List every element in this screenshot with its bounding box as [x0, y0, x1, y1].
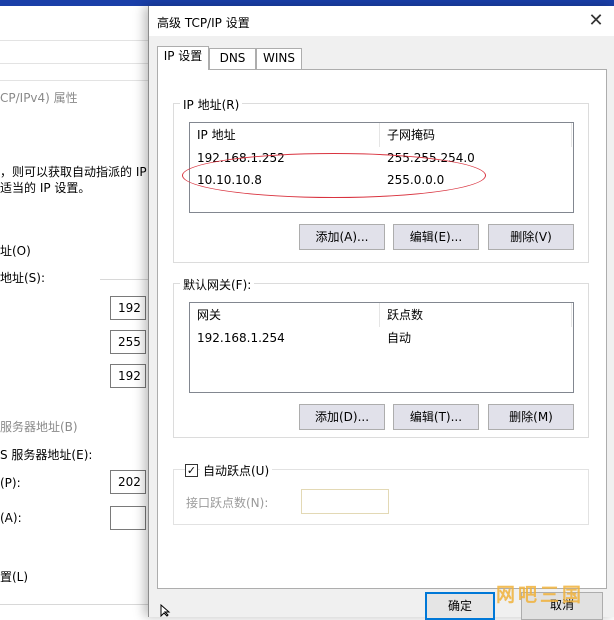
- remove-ip-button[interactable]: 删除(V): [488, 224, 574, 250]
- tab-ip-settings[interactable]: IP 设置: [157, 46, 209, 70]
- description-line-1: ，则可以获取自动指派的 IP: [0, 165, 147, 179]
- gateway-cell: 192.168.1.254: [197, 331, 285, 345]
- ok-button[interactable]: 确定: [425, 592, 495, 620]
- ip-cell: 10.10.10.8: [197, 173, 262, 187]
- default-gateway-input[interactable]: 192: [110, 364, 146, 388]
- default-gateway-group-label: 默认网关(F):: [180, 276, 255, 293]
- ip-address-group-label: IP 地址(R): [180, 96, 243, 113]
- subnet-cell: 255.0.0.0: [387, 173, 445, 187]
- column-header-ip[interactable]: IP 地址: [190, 123, 380, 147]
- table-row[interactable]: 10.10.10.8 255.0.0.0: [190, 169, 573, 191]
- remove-gateway-button[interactable]: 删除(M): [488, 404, 574, 430]
- list-header: IP 地址 子网掩码: [190, 123, 573, 147]
- ip-cell: 192.168.1.252: [197, 151, 285, 165]
- add-ip-button[interactable]: 添加(A)...: [299, 224, 385, 250]
- auto-metric-checkbox[interactable]: ✓: [185, 464, 198, 477]
- tab-dns[interactable]: DNS: [209, 48, 256, 69]
- advanced-tcpip-dialog: 高级 TCP/IP 设置 ✕ IP 设置 DNS WINS IP 地址(R) I…: [148, 6, 614, 620]
- divider: [0, 80, 148, 81]
- divider: [0, 604, 148, 605]
- divider: [100, 279, 150, 280]
- alternate-dns-input[interactable]: [110, 506, 146, 530]
- preferred-dns-label: (P):: [0, 476, 21, 490]
- divider: [0, 63, 148, 64]
- edit-gateway-button[interactable]: 编辑(T)...: [393, 404, 479, 430]
- tab-wins[interactable]: WINS: [256, 48, 302, 69]
- auto-metric-label[interactable]: 自动跃点(U): [200, 462, 273, 479]
- use-ip-radio-label[interactable]: 地址(S):: [0, 269, 45, 286]
- ip-address-input[interactable]: 192: [110, 296, 146, 320]
- alternate-dns-label: (A):: [0, 511, 22, 525]
- table-row[interactable]: 192.168.1.252 255.255.254.0: [190, 147, 573, 169]
- list-header: 网关 跃点数: [190, 303, 573, 327]
- auto-dns-radio-label[interactable]: 服务器地址(B): [0, 418, 78, 435]
- subnet-cell: 255.255.254.0: [387, 151, 475, 165]
- default-gateway-group: 默认网关(F): 网关 跃点数 192.168.1.254 自动 添加(D)..…: [173, 276, 589, 438]
- advanced-checkbox-label[interactable]: 置(L): [0, 568, 28, 585]
- use-dns-radio-label[interactable]: S 服务器地址(E):: [0, 446, 92, 463]
- ipv4-properties-window: CP/IPv4) 属性 ，则可以获取自动指派的 IP 适当的 IP 设置。 址(…: [0, 6, 161, 617]
- column-header-gateway[interactable]: 网关: [190, 303, 380, 327]
- add-gateway-button[interactable]: 添加(D)...: [299, 404, 385, 430]
- mouse-cursor-icon: [160, 604, 171, 617]
- column-header-subnet[interactable]: 子网掩码: [380, 123, 572, 147]
- metric-group: ✓ 自动跃点(U) 接口跃点数(N):: [173, 462, 589, 525]
- subnet-mask-input[interactable]: 255: [110, 330, 146, 354]
- interface-metric-input[interactable]: [301, 489, 389, 514]
- column-header-metric[interactable]: 跃点数: [380, 303, 572, 327]
- close-button[interactable]: ✕: [581, 9, 611, 33]
- interface-metric-label: 接口跃点数(N):: [186, 496, 269, 510]
- dialog-title: 高级 TCP/IP 设置: [157, 16, 250, 30]
- table-row[interactable]: 192.168.1.254 自动: [190, 327, 573, 349]
- gateway-list[interactable]: 网关 跃点数 192.168.1.254 自动: [189, 302, 574, 393]
- preferred-dns-input[interactable]: 202: [110, 470, 146, 494]
- properties-title-fragment: CP/IPv4) 属性: [0, 91, 78, 105]
- edit-ip-button[interactable]: 编辑(E)...: [393, 224, 479, 250]
- metric-cell: 自动: [387, 331, 412, 345]
- description-line-2: 适当的 IP 设置。: [0, 181, 91, 195]
- ip-address-group: IP 地址(R) IP 地址 子网掩码 192.168.1.252 255.25…: [173, 96, 589, 263]
- auto-ip-radio-label[interactable]: 址(O): [0, 242, 31, 259]
- divider: [0, 40, 148, 41]
- ip-address-list[interactable]: IP 地址 子网掩码 192.168.1.252 255.255.254.0 1…: [189, 122, 574, 213]
- ip-settings-panel: IP 地址(R) IP 地址 子网掩码 192.168.1.252 255.25…: [157, 69, 607, 589]
- watermark: 网吧三国: [496, 584, 585, 606]
- dialog-title-bar: 高级 TCP/IP 设置 ✕: [149, 6, 614, 36]
